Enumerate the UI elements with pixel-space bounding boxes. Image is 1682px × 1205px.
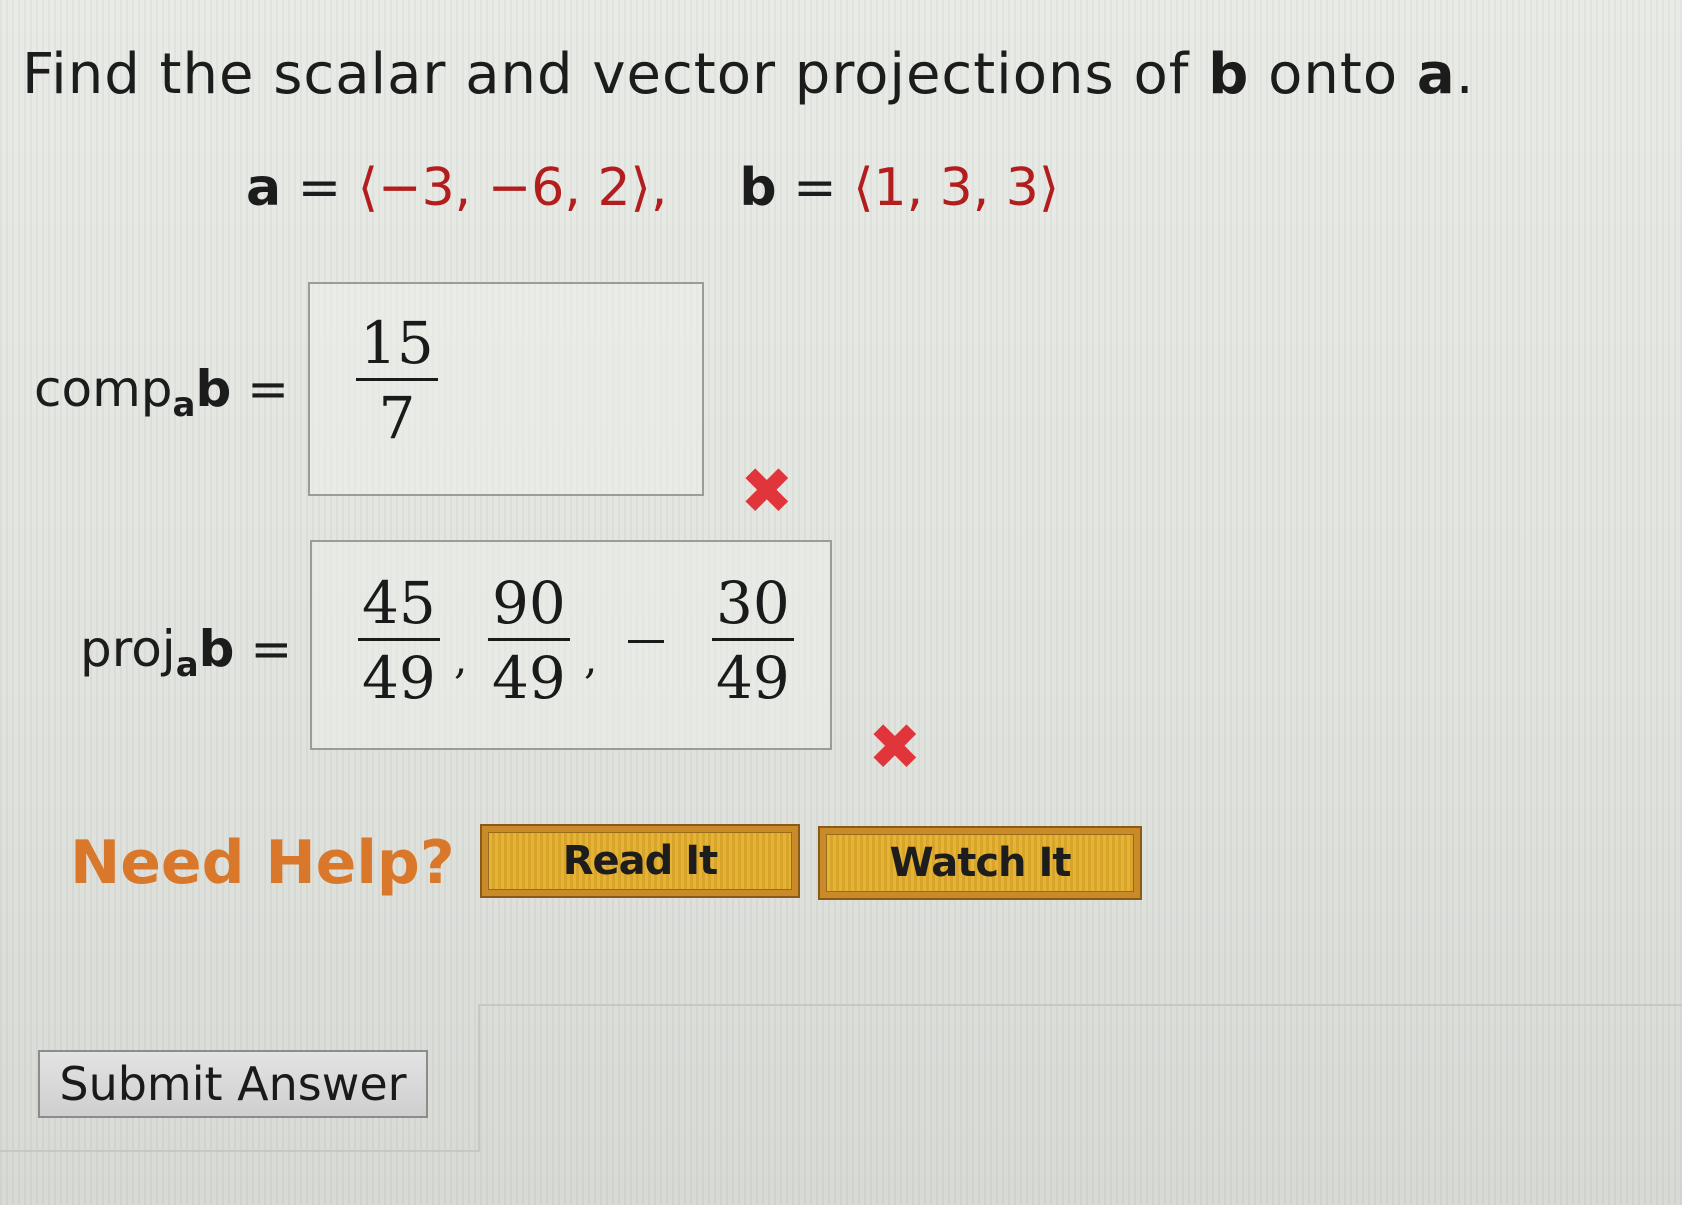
read-it-label: Read It <box>488 832 792 890</box>
proj-label: projab = <box>80 620 292 685</box>
comp-label-sub: a <box>172 385 196 425</box>
comp-numerator: 15 <box>360 309 434 377</box>
vector-a-label: a <box>246 158 282 218</box>
comp-label-vec: b <box>195 360 232 418</box>
proj-denominator-1: 49 <box>362 644 436 712</box>
question-vector-a: a <box>1416 42 1456 107</box>
proj-numerator-1: 45 <box>362 569 436 637</box>
proj-denominator-2: 49 <box>492 644 566 712</box>
section-divider-vertical <box>478 1004 480 1152</box>
comp-answer-fraction: 15 7 <box>356 314 438 447</box>
proj-component-3: 30 49 <box>712 574 794 707</box>
proj-numerator-2: 90 <box>492 569 566 637</box>
vector-a-equals: = <box>281 158 358 218</box>
comp-incorrect-icon: ✖ <box>740 455 794 529</box>
proj-label-equals: = <box>234 620 293 678</box>
proj-separator-2: , <box>584 634 598 683</box>
watch-it-label: Watch It <box>826 834 1134 892</box>
comp-label-equals: = <box>231 360 290 418</box>
vector-a-value: ⟨−3, −6, 2⟩, <box>357 158 668 218</box>
question-vector-b: b <box>1208 42 1250 107</box>
proj-separator-1: , <box>454 634 468 683</box>
given-vectors: a = ⟨−3, −6, 2⟩, b = ⟨1, 3, 3⟩ <box>246 158 1059 218</box>
proj-minus-sign <box>628 640 664 643</box>
comp-label: compab = <box>34 360 289 425</box>
comp-denominator: 7 <box>378 384 416 452</box>
submit-answer-button[interactable]: Submit Answer <box>38 1050 428 1118</box>
proj-label-main: proj <box>80 620 176 678</box>
question-suffix: . <box>1455 42 1475 107</box>
section-divider-bottom <box>0 1150 480 1152</box>
need-help-label: Need Help? <box>70 828 455 898</box>
proj-numerator-3: 30 <box>716 569 790 637</box>
comp-answer-field[interactable]: 15 7 <box>308 282 704 496</box>
question-text: Find the scalar and vector projections o… <box>22 42 1475 107</box>
proj-component-2: 90 49 <box>488 574 570 707</box>
proj-incorrect-icon: ✖ <box>868 711 922 785</box>
watch-it-button[interactable]: Watch It <box>818 826 1142 900</box>
proj-label-vec: b <box>198 620 235 678</box>
comp-label-main: comp <box>34 360 173 418</box>
section-divider <box>478 1004 1682 1006</box>
read-it-button[interactable]: Read It <box>480 824 800 898</box>
proj-denominator-3: 49 <box>716 644 790 712</box>
vector-b-value: ⟨1, 3, 3⟩ <box>853 158 1060 218</box>
proj-label-sub: a <box>175 645 199 685</box>
question-middle: onto <box>1249 42 1417 107</box>
vector-b-label: b <box>739 158 777 218</box>
vector-b-equals: = <box>776 158 854 218</box>
question-prefix: Find the scalar and vector projections o… <box>22 42 1209 107</box>
proj-answer-field[interactable]: 45 49 , 90 49 , 30 49 <box>310 540 832 750</box>
proj-component-1: 45 49 <box>358 574 440 707</box>
